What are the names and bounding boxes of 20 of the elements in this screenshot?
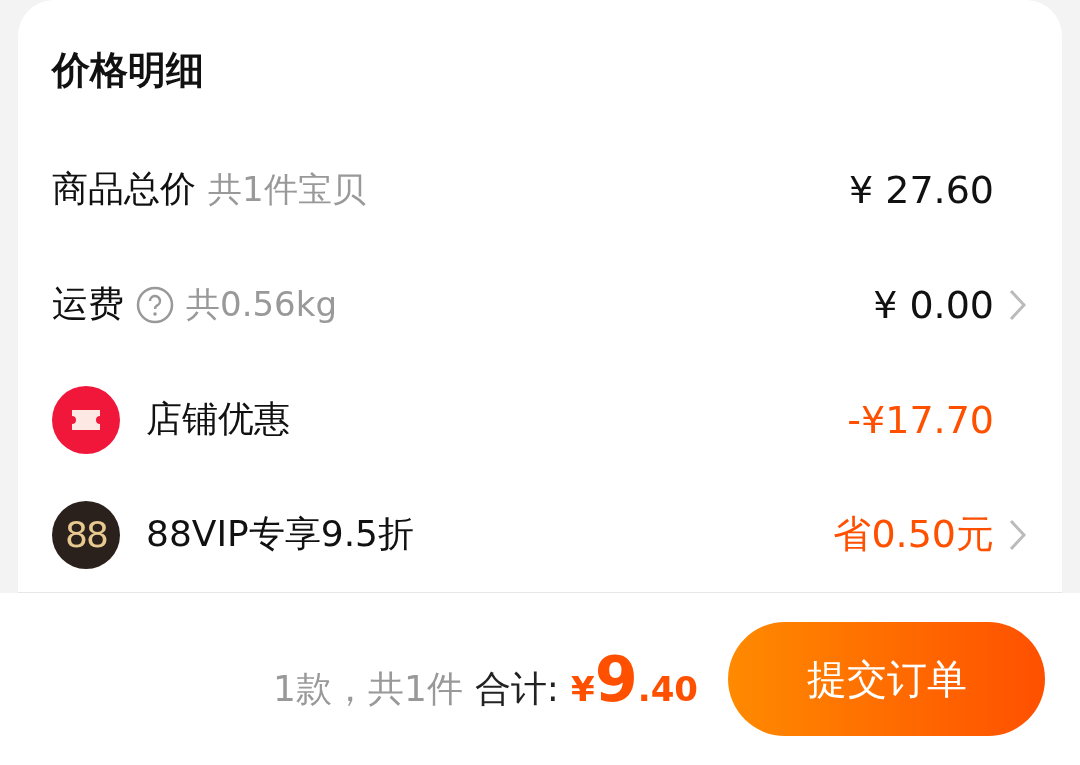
row-amount: 省0.50元 xyxy=(833,511,994,558)
row-amount: -¥17.70 xyxy=(847,397,994,442)
row-note: 共1件宝贝 xyxy=(208,167,366,211)
chevron-icon[interactable] xyxy=(1008,287,1028,322)
row-label: 商品总价 xyxy=(52,167,196,211)
row-label: 店铺优惠 xyxy=(146,397,290,441)
chevron-icon[interactable] xyxy=(1008,517,1028,552)
row-label: 运费 xyxy=(52,282,124,326)
card-title: 价格明细 xyxy=(52,47,204,94)
item-count: 1款，共1件 xyxy=(273,666,463,711)
ticket-icon xyxy=(52,385,120,454)
row-label: 88VIP专享9.5折 xyxy=(146,512,414,556)
row-note: 共0.56kg xyxy=(186,282,337,326)
help-icon[interactable] xyxy=(136,285,174,324)
vip-badge-icon: 88 xyxy=(52,500,120,569)
total-price: ¥9.40 xyxy=(570,642,698,716)
total-label: 合计: xyxy=(474,666,559,711)
row-amount: ¥ 27.60 xyxy=(848,167,994,212)
row-amount: ¥ 0.00 xyxy=(873,282,994,327)
submit-order-button[interactable]: 提交订单 xyxy=(728,622,1045,736)
